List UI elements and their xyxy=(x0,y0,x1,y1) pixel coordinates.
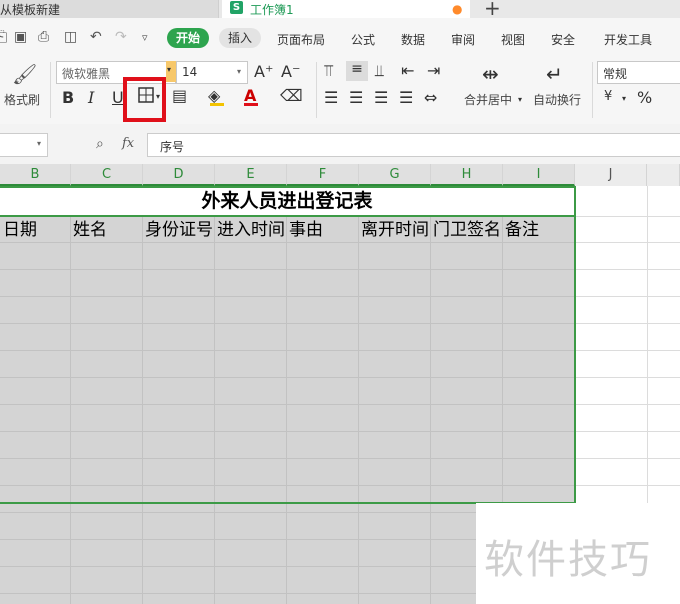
tab-template-label: 从模板新建 xyxy=(0,3,61,17)
print-icon[interactable]: ⎙ xyxy=(38,29,49,45)
tab-template[interactable]: 从模板新建 xyxy=(0,0,219,18)
spreadsheet-icon: S xyxy=(230,1,243,14)
function-icon[interactable]: fx xyxy=(122,136,134,151)
menu-bar xyxy=(0,18,680,58)
menu-insert[interactable]: 插入 xyxy=(219,28,261,48)
underline-button[interactable]: U xyxy=(112,88,124,107)
decrease-indent-icon[interactable]: ⇤ xyxy=(401,61,414,80)
align-top-icon[interactable]: ⫪ xyxy=(324,61,333,81)
redo-icon[interactable]: ↷ xyxy=(115,29,127,45)
align-right-icon[interactable]: ☰ xyxy=(374,88,388,107)
column-header-h[interactable]: H xyxy=(431,164,503,186)
column-header-f[interactable]: F xyxy=(287,164,359,186)
eraser-icon[interactable]: ⌫ xyxy=(280,86,303,105)
menu-data[interactable]: 数据 xyxy=(401,31,425,48)
format-painter-icon[interactable]: 🖌 xyxy=(12,62,37,86)
number-format-select[interactable]: 常规 xyxy=(597,61,680,84)
menu-security[interactable]: 安全 xyxy=(551,31,575,48)
format-painter-label[interactable]: 格式刷 xyxy=(4,91,40,108)
unsaved-dot-icon: ● xyxy=(452,2,463,16)
column-headers: B C D E F G H I J xyxy=(0,164,680,187)
menu-developer[interactable]: 开发工具 xyxy=(604,31,652,48)
align-center-icon[interactable]: ☰ xyxy=(349,88,363,107)
ribbon-divider xyxy=(316,62,317,118)
currency-button[interactable]: ¥ xyxy=(604,89,612,104)
column-header-j[interactable]: J xyxy=(575,164,647,186)
font-name-value: 微软雅黑 xyxy=(62,67,111,81)
tab-workbook-label: 工作簿1 xyxy=(250,3,294,17)
chevron-down-icon[interactable]: ▾ xyxy=(518,95,522,104)
print-preview-icon[interactable]: ◫ xyxy=(64,29,77,45)
tab-workbook[interactable]: S 工作簿1 ● xyxy=(222,0,470,18)
distribute-icon[interactable]: ⇔ xyxy=(424,88,437,107)
chevron-down-icon[interactable]: ▿ xyxy=(142,31,148,44)
formula-input[interactable]: 序号 xyxy=(147,133,680,157)
merge-center-icon[interactable]: ⇹ xyxy=(482,62,499,86)
column-header-c[interactable]: C xyxy=(71,164,143,186)
column-header-k[interactable] xyxy=(647,164,680,186)
wrap-text-label[interactable]: 自动换行 xyxy=(533,91,581,108)
percent-button[interactable]: % xyxy=(637,88,652,107)
column-header-e[interactable]: E xyxy=(215,164,287,186)
wrap-text-icon[interactable]: ↵ xyxy=(546,62,563,86)
menu-view[interactable]: 视图 xyxy=(501,31,525,48)
menu-formulas[interactable]: 公式 xyxy=(351,31,375,48)
align-bottom-icon[interactable]: ⫫ xyxy=(375,61,384,81)
watermark: 软件技巧 xyxy=(476,503,680,604)
menu-page-layout[interactable]: 页面布局 xyxy=(277,31,325,48)
chevron-down-icon: ▾ xyxy=(37,139,42,148)
formula-content: 序号 xyxy=(160,140,185,154)
column-header-b[interactable]: B xyxy=(0,164,71,186)
justify-icon[interactable]: ☰ xyxy=(399,88,413,107)
chevron-down-icon: ▾ xyxy=(167,65,172,74)
grow-font-button[interactable]: A⁺ xyxy=(254,62,273,81)
column-header-g[interactable]: G xyxy=(359,164,431,186)
selection-border xyxy=(0,215,576,217)
name-box[interactable]: ▾ xyxy=(0,133,48,157)
column-header-d[interactable]: D xyxy=(143,164,215,186)
new-tab-button[interactable]: + xyxy=(484,0,501,20)
watermark-text: 软件技巧 xyxy=(484,537,652,583)
number-format-value: 常规 xyxy=(603,67,628,81)
increase-indent-icon[interactable]: ⇥ xyxy=(427,61,440,80)
align-middle-icon[interactable]: ≡ xyxy=(346,61,368,81)
highlight-box xyxy=(123,77,166,122)
menu-review[interactable]: 审阅 xyxy=(451,31,475,48)
tab-strip: 从模板新建 S 工作簿1 ● + xyxy=(0,0,680,20)
column-header-i[interactable]: I xyxy=(503,164,575,186)
font-size-value: 14 xyxy=(182,65,198,79)
fill-color-swatch xyxy=(210,103,224,106)
cell-style-icon[interactable]: ▤ xyxy=(172,86,187,105)
selection-border xyxy=(0,186,576,504)
shrink-font-button[interactable]: A⁻ xyxy=(281,62,300,81)
bold-button[interactable]: B xyxy=(62,88,74,107)
chevron-down-icon[interactable]: ▾ xyxy=(622,94,626,103)
ribbon-divider xyxy=(50,62,51,118)
ribbon-divider xyxy=(592,62,593,118)
font-size-select[interactable]: 14 ▾ xyxy=(176,61,248,84)
chevron-down-icon: ▾ xyxy=(237,67,242,76)
font-color-swatch xyxy=(244,103,258,106)
zoom-search-icon[interactable]: ⌕ xyxy=(96,136,104,152)
merge-center-label[interactable]: 合并居中 xyxy=(464,91,512,108)
undo-icon[interactable]: ↶ xyxy=(90,29,102,45)
align-left-icon[interactable]: ☰ xyxy=(324,88,338,107)
save-icon[interactable]: ▣ xyxy=(14,29,27,45)
menu-home[interactable]: 开始 xyxy=(167,28,209,48)
font-name-dropdown-button[interactable]: ▾ xyxy=(166,61,176,82)
italic-button[interactable]: I xyxy=(88,88,94,107)
open-icon[interactable]: ⎗ xyxy=(0,29,7,45)
